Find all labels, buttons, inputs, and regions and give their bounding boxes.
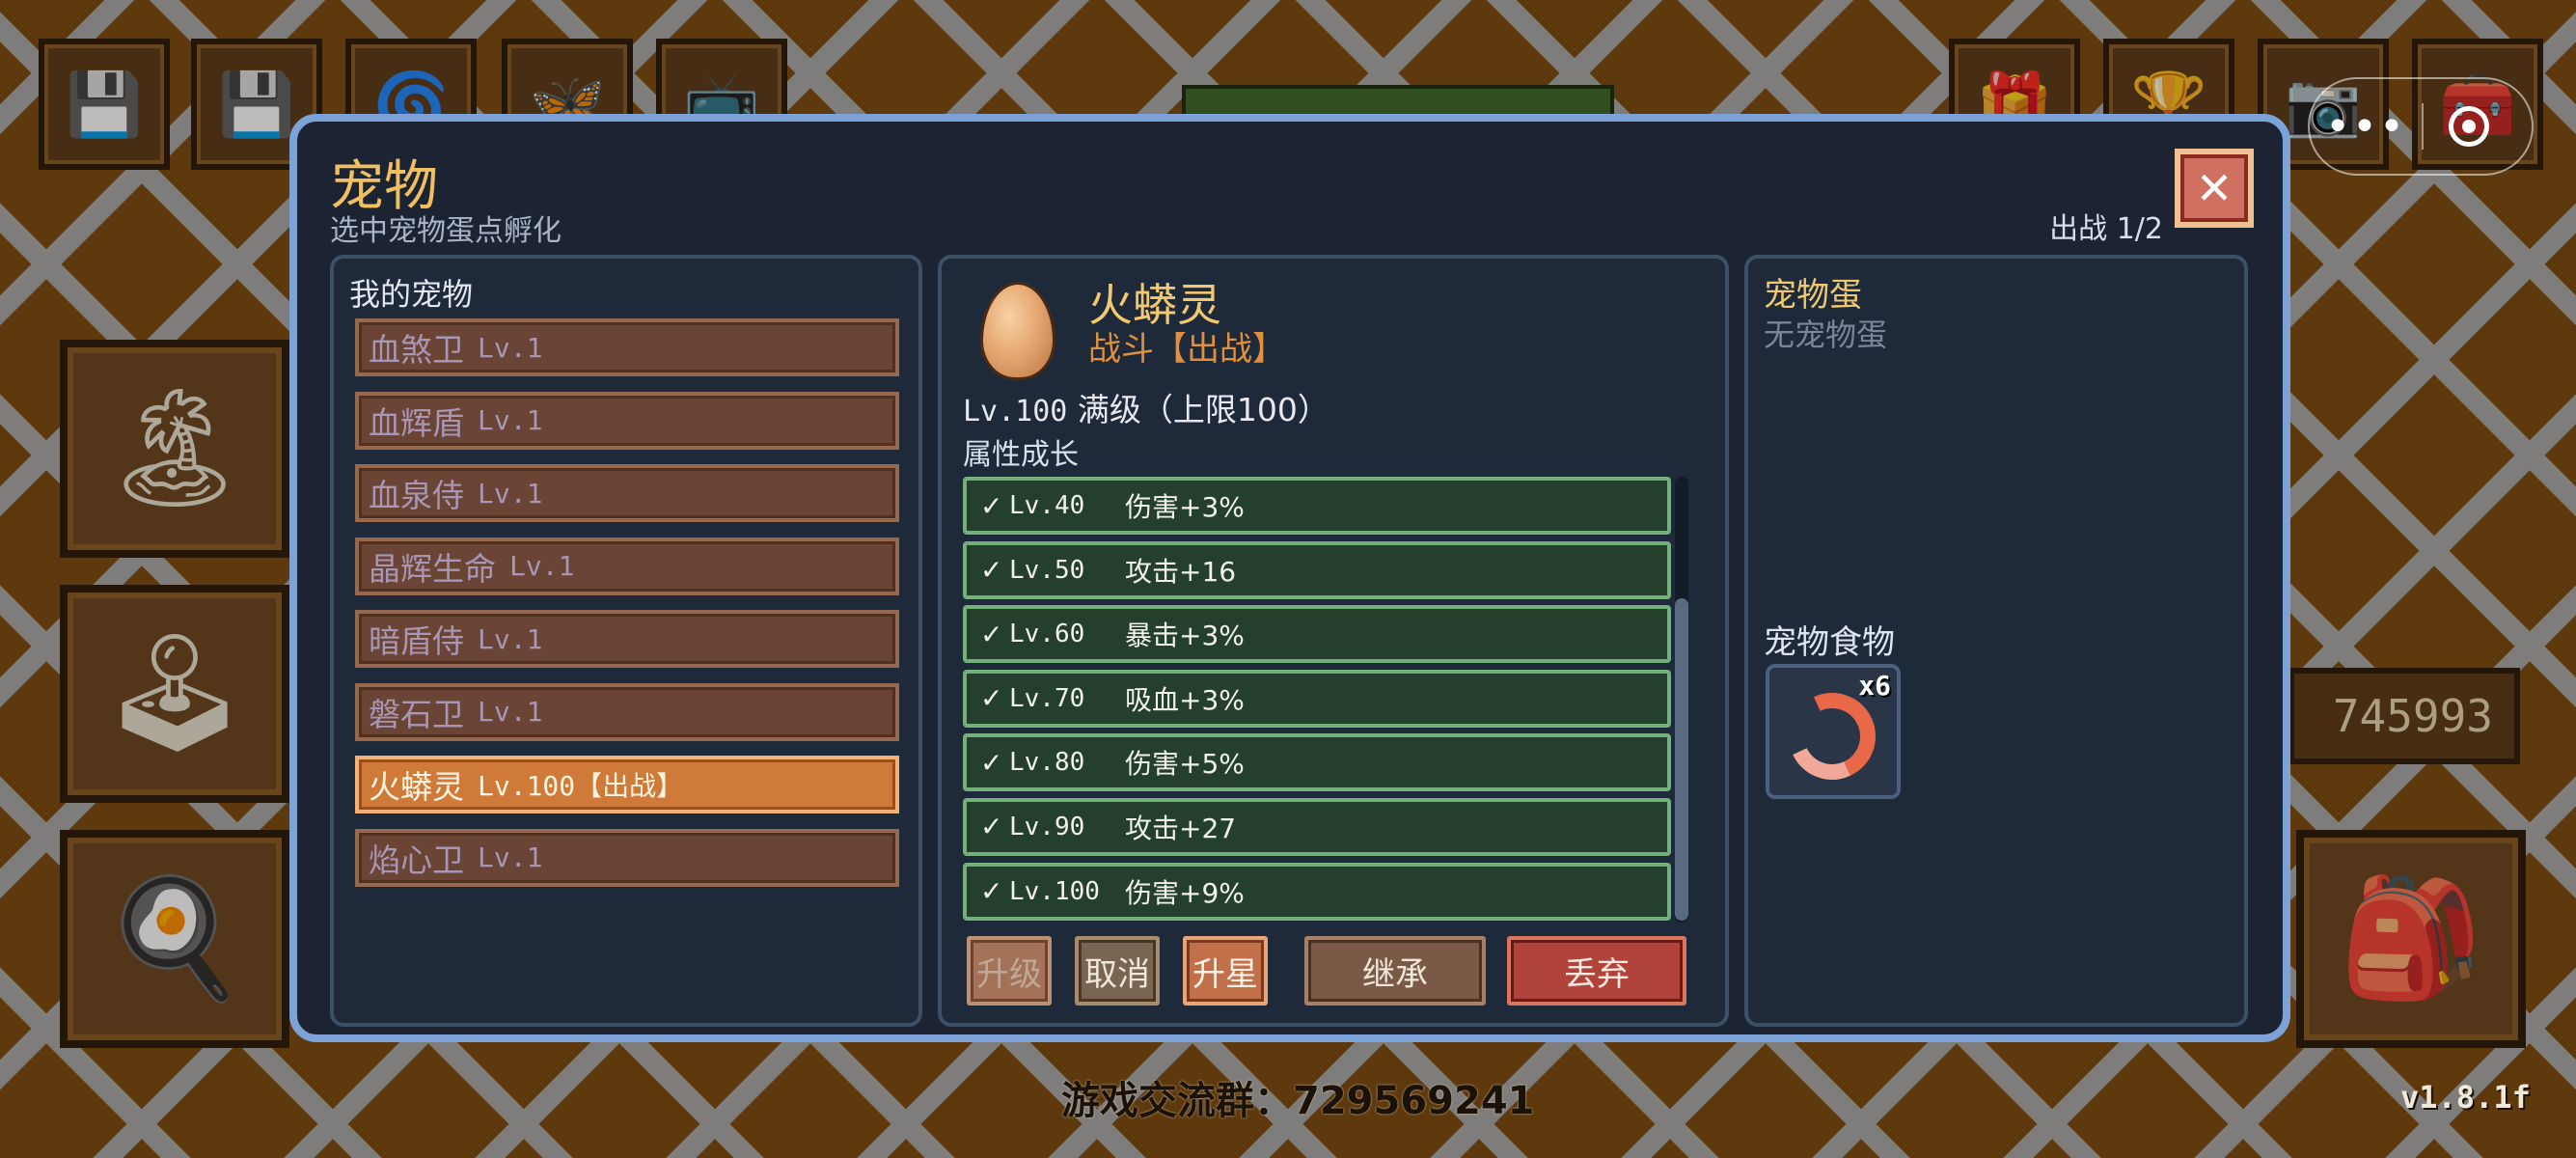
- pet-item-level: Lv.1: [478, 696, 543, 728]
- growth-list: ✓ Lv.40 伤害+3% ✓ Lv.50 攻击+16 ✓ Lv.60 暴击+3% ✓ Lv.…: [963, 477, 1671, 926]
- version-label: v1.8.1f: [2400, 1079, 2531, 1116]
- pet-list: 血煞卫 Lv.1 血辉盾 Lv.1 血泉侍 Lv.1 晶辉生命 Lv.1 暗盾侍 Lv.1…: [355, 318, 899, 901]
- check-icon: ✓: [980, 811, 1003, 843]
- growth-bonus: 伤害+9%: [1125, 876, 1245, 909]
- growth-bonus: 暴击+3%: [1125, 620, 1245, 652]
- my-pets-heading: 我的宠物: [349, 276, 474, 313]
- pet-item-name: 晶辉生命: [369, 549, 496, 588]
- growth-row: ✓ Lv.100 伤害+9%: [963, 862, 1671, 921]
- deploy-count: 出战 1/2: [2049, 212, 2163, 246]
- pet-item-level: Lv.100【出战】: [478, 770, 684, 802]
- scrollbar-thumb[interactable]: [1675, 598, 1688, 921]
- group-info: 游戏交流群：729569241: [1061, 1079, 1535, 1123]
- close-button[interactable]: ✕: [2175, 149, 2254, 228]
- check-icon: ✓: [980, 875, 1003, 908]
- check-icon: ✓: [980, 554, 1003, 587]
- check-icon: ✓: [980, 618, 1003, 650]
- growth-bonus: 伤害+5%: [1125, 748, 1245, 781]
- check-icon: ✓: [980, 489, 1003, 522]
- pet-item[interactable]: 血泉侍 Lv.1: [355, 464, 899, 522]
- growth-level: Lv.90: [1009, 812, 1085, 841]
- growth-row: ✓ Lv.80 伤害+5%: [963, 733, 1671, 792]
- pet-level: Lv.100 满级（上限100）: [963, 384, 1329, 430]
- pet-item[interactable]: 晶辉生命 Lv.1: [355, 537, 899, 595]
- check-icon: ✓: [980, 746, 1003, 779]
- egg-heading: 宠物蛋: [1764, 276, 1862, 315]
- discard-button[interactable]: 丢弃: [1507, 936, 1686, 1006]
- pet-item[interactable]: 焰心卫 Lv.1: [355, 828, 899, 887]
- pet-item[interactable]: 暗盾侍 Lv.1: [355, 610, 899, 668]
- growth-level: Lv.70: [1009, 683, 1085, 713]
- food-slot[interactable]: x6: [1766, 664, 1901, 799]
- food-heading: 宠物食物: [1764, 623, 1895, 662]
- close-miniapp-icon[interactable]: [2449, 106, 2489, 147]
- pet-item-name: 血泉侍: [369, 477, 464, 514]
- growth-row: ✓ Lv.60 暴击+3%: [963, 605, 1671, 664]
- pet-item-level: Lv.1: [478, 331, 543, 364]
- growth-level: Lv.60: [1009, 620, 1085, 649]
- growth-scrollbar[interactable]: [1675, 477, 1688, 923]
- pet-item-name: 暗盾侍: [369, 622, 464, 660]
- more-icon[interactable]: •••: [2310, 102, 2422, 152]
- pet-detail-panel: 火蟒灵 战斗【出战】 Lv.100 满级（上限100） 属性成长 ✓ Lv.40 伤…: [938, 255, 1729, 1027]
- growth-level: Lv.80: [1009, 748, 1085, 778]
- cancel-button[interactable]: 取消: [1075, 936, 1160, 1006]
- growth-row: ✓ Lv.50 攻击+16: [963, 540, 1671, 599]
- dialog-subtitle: 选中宠物蛋点孵化: [330, 214, 562, 248]
- pet-item-level: Lv.1: [509, 550, 575, 582]
- pet-item-name: 磐石卫: [369, 695, 464, 733]
- pet-level-value: Lv.100: [963, 395, 1068, 428]
- growth-bonus: 伤害+3%: [1125, 491, 1245, 523]
- pet-item[interactable]: 血煞卫 Lv.1: [355, 318, 899, 376]
- growth-bonus: 攻击+16: [1125, 555, 1237, 588]
- pet-item-level: Lv.1: [478, 477, 543, 510]
- growth-heading: 属性成长: [963, 438, 1079, 472]
- growth-row: ✓ Lv.70 吸血+3%: [963, 669, 1671, 728]
- pet-item-level: Lv.1: [478, 404, 543, 436]
- pet-item-level: Lv.1: [478, 841, 543, 873]
- check-icon: ✓: [980, 682, 1003, 715]
- capsule-divider: [2422, 103, 2424, 150]
- food-count: x6: [1858, 670, 1891, 702]
- my-pets-panel: 我的宠物 血煞卫 Lv.1 血辉盾 Lv.1 血泉侍 Lv.1 晶辉生命 Lv.1 暗盾…: [330, 255, 922, 1027]
- growth-row: ✓ Lv.40 伤害+3%: [963, 477, 1671, 535]
- pet-item-level: Lv.1: [478, 622, 543, 655]
- pet-egg-icon: [980, 282, 1055, 380]
- pet-item-name: 焰心卫: [369, 841, 464, 879]
- growth-bonus: 吸血+3%: [1125, 683, 1245, 716]
- pet-item-selected[interactable]: 火蟒灵 Lv.100【出战】: [355, 756, 899, 813]
- eggs-panel: 宠物蛋 无宠物蛋 宠物食物 x6: [1744, 255, 2248, 1027]
- growth-level: Lv.100: [1009, 876, 1100, 906]
- growth-bonus: 攻击+27: [1125, 812, 1237, 844]
- pet-item-name: 火蟒灵: [369, 768, 464, 806]
- growth-level: Lv.50: [1009, 555, 1085, 585]
- pet-item-name: 血煞卫: [369, 331, 464, 369]
- growth-row: ✓ Lv.90 攻击+27: [963, 797, 1671, 856]
- pet-status: 战斗【出战】: [1088, 330, 1285, 369]
- pet-item[interactable]: 磐石卫 Lv.1: [355, 682, 899, 741]
- pet-item[interactable]: 血辉盾 Lv.1: [355, 391, 899, 450]
- pet-level-text: 满级（上限100）: [1077, 391, 1329, 428]
- upgrade-button[interactable]: 升级: [967, 936, 1052, 1006]
- growth-level: Lv.40: [1009, 491, 1085, 520]
- pet-dialog: 宠物 选中宠物蛋点孵化 出战 1/2 ✕ 我的宠物 血煞卫 Lv.1 血辉盾 Lv.…: [289, 114, 2290, 1042]
- star-up-button[interactable]: 升星: [1183, 936, 1268, 1006]
- egg-empty-text: 无宠物蛋: [1764, 317, 1888, 353]
- close-icon: ✕: [2195, 162, 2233, 214]
- pet-item-name: 血辉盾: [369, 403, 464, 442]
- inherit-button[interactable]: 继承: [1304, 936, 1486, 1006]
- miniapp-capsule: •••: [2308, 77, 2534, 176]
